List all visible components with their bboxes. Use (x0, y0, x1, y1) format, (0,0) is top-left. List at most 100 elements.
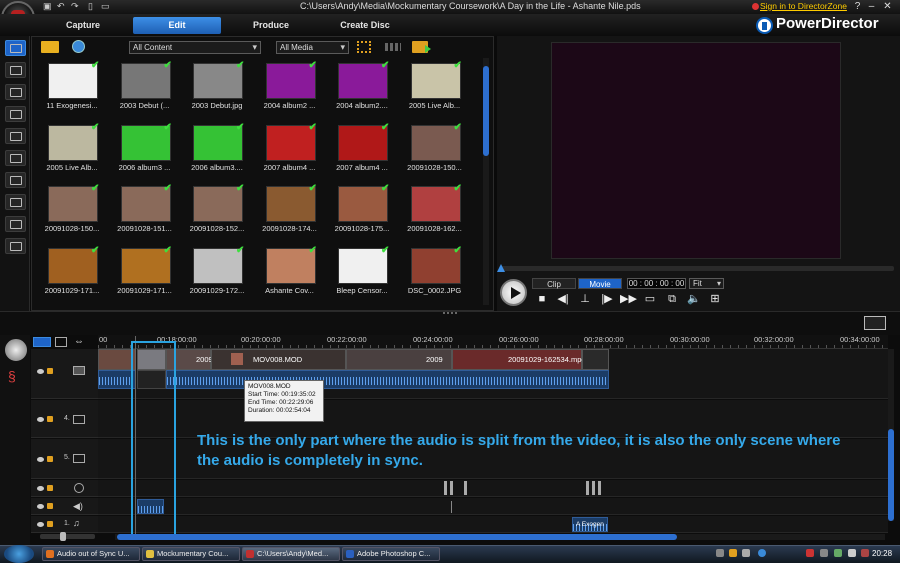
tab-capture[interactable]: Capture (39, 17, 127, 34)
timeline-mode-button[interactable] (33, 337, 51, 347)
tray-icon[interactable] (729, 549, 737, 557)
timeline-hscroll-thumb[interactable] (117, 534, 677, 540)
taskbar-item[interactable]: Mockumentary Cou... (142, 547, 240, 561)
media-item[interactable]: ✔ 20091028-150... (41, 184, 103, 246)
minimize-button[interactable]: – (866, 1, 877, 12)
tray-icon[interactable] (806, 549, 814, 557)
media-item[interactable]: ✔ 20091028-151... (114, 184, 176, 246)
import-folder-icon[interactable] (41, 41, 59, 53)
timecode-display[interactable]: 00 : 00 : 00 : 00 (627, 278, 686, 289)
media-item[interactable]: ✔ 20091028-175... (331, 184, 393, 246)
video-clip[interactable]: MOV008.MOD (211, 349, 346, 370)
media-item[interactable]: ✔ DSC_0002.JPG (404, 245, 466, 308)
video-clip[interactable]: 2009 (346, 349, 452, 370)
media-item[interactable]: ✔ 2007 album4 ... (259, 122, 321, 185)
timeline-vertical-scrollbar[interactable] (888, 349, 894, 521)
media-item[interactable]: ✔ 2007 album4 ... (331, 122, 393, 185)
lock-icon[interactable] (47, 368, 53, 374)
lock-icon[interactable] (47, 485, 53, 491)
content-filter-dropdown[interactable]: All Content (129, 41, 261, 54)
movie-mode-button[interactable]: Movie (578, 278, 622, 289)
media-type-dropdown[interactable]: All Media (276, 41, 349, 54)
audio-clip[interactable] (166, 370, 609, 389)
tray-icon[interactable] (716, 549, 724, 557)
media-item[interactable]: ✔ 2005 Live Alb... (41, 122, 103, 185)
voice-track[interactable] (98, 498, 888, 515)
tab-edit[interactable]: Edit (133, 17, 221, 34)
title-marker[interactable] (444, 481, 447, 495)
download-media-icon[interactable] (72, 40, 85, 53)
media-item[interactable]: ✔ 2004 album2 ... (259, 61, 321, 123)
title-marker[interactable] (592, 481, 595, 495)
fit-timeline-icon[interactable]: ⇔ (74, 336, 88, 348)
open-project-icon[interactable]: ▭ (101, 2, 111, 11)
library-scroll-thumb[interactable] (483, 66, 489, 156)
media-item[interactable]: ✔ 2003 Debut (... (114, 61, 176, 123)
tray-icon[interactable] (742, 549, 750, 557)
media-item[interactable]: ✔ Ashante Cov... (259, 245, 321, 308)
tab-create-disc[interactable]: Create Disc (321, 17, 409, 34)
undo-icon[interactable]: ↶ (57, 2, 67, 11)
title-marker[interactable] (464, 481, 467, 495)
magic-style-icon[interactable]: § (8, 368, 24, 384)
sort-icon[interactable] (357, 41, 371, 53)
audio-mixing-room-button[interactable] (5, 172, 26, 188)
transition-room-button[interactable] (5, 150, 26, 166)
title-marker[interactable] (598, 481, 601, 495)
lock-icon[interactable] (47, 456, 53, 462)
lock-icon[interactable] (47, 503, 53, 509)
visibility-icon[interactable] (37, 522, 44, 527)
title-room-button[interactable] (5, 128, 26, 144)
taskbar-item[interactable]: Adobe Photoshop C... (342, 547, 440, 561)
lock-icon[interactable] (47, 416, 53, 422)
clip-mode-button[interactable]: Clip (532, 278, 576, 289)
storyboard-mode-button[interactable] (55, 337, 67, 347)
video-clip[interactable] (582, 349, 609, 370)
media-item[interactable]: ✔ 2006 album3 ... (114, 122, 176, 185)
snapshot-icon[interactable]: ▭ (642, 293, 658, 306)
timeline-vscroll-thumb[interactable] (888, 429, 894, 521)
subtitle-room-button[interactable] (5, 238, 26, 254)
magic-movie-icon[interactable] (5, 339, 27, 361)
previous-frame-icon[interactable]: ◀| (555, 293, 571, 306)
media-room-button[interactable] (5, 40, 26, 56)
taskbar-item[interactable]: C:\Users\Andy\Med... (242, 547, 340, 561)
redo-icon[interactable]: ↷ (71, 2, 81, 11)
preview-window-icon[interactable]: ⧉ (664, 293, 680, 306)
tray-icon[interactable] (861, 549, 869, 557)
media-item[interactable]: ✔ 2004 album2.... (331, 61, 393, 123)
volume-tray-icon[interactable] (848, 549, 856, 557)
music-clip[interactable]: A Exogen (572, 517, 608, 532)
media-item[interactable]: ✔ 2005 Live Alb... (404, 61, 466, 123)
tray-icon[interactable] (820, 549, 828, 557)
next-frame-icon[interactable]: |▶ (599, 293, 615, 306)
media-item[interactable]: ✔ 20091029-171... (114, 245, 176, 308)
timeline-zoom-slider[interactable] (40, 532, 95, 541)
storyboard-view-icon[interactable] (864, 316, 886, 330)
media-item[interactable]: ✔ 2006 album3.... (186, 122, 248, 185)
media-item[interactable]: ✔ 20091028-162... (404, 184, 466, 246)
visibility-icon[interactable] (37, 457, 44, 462)
view-mode-icon[interactable] (385, 43, 401, 51)
tab-produce[interactable]: Produce (227, 17, 315, 34)
pip-room-button[interactable] (5, 84, 26, 100)
effect-room-button[interactable] (5, 62, 26, 78)
splitter-grip-icon[interactable] (443, 312, 457, 315)
particle-room-button[interactable] (5, 106, 26, 122)
visibility-icon[interactable] (37, 369, 44, 374)
help-button[interactable]: ? (852, 1, 863, 12)
preview-seek-bar[interactable] (497, 264, 894, 272)
play-button[interactable] (500, 279, 527, 306)
media-item[interactable]: ✔ 20091028-174... (259, 184, 321, 246)
stop-icon[interactable]: ■ (534, 293, 550, 306)
title-marker[interactable] (450, 481, 453, 495)
new-project-icon[interactable]: ▯ (88, 2, 98, 11)
chapter-room-button[interactable] (5, 216, 26, 232)
media-item[interactable]: ✔ Bleep Censor... (331, 245, 393, 308)
media-item[interactable]: ✔ 20091029-171... (41, 245, 103, 308)
title-marker[interactable] (586, 481, 589, 495)
start-button[interactable] (4, 545, 34, 563)
media-item[interactable]: ✔ 2003 Debut.jpg (186, 61, 248, 123)
close-button[interactable]: ✕ (882, 1, 893, 12)
media-item[interactable]: ✔ 20091028-150... (404, 122, 466, 185)
